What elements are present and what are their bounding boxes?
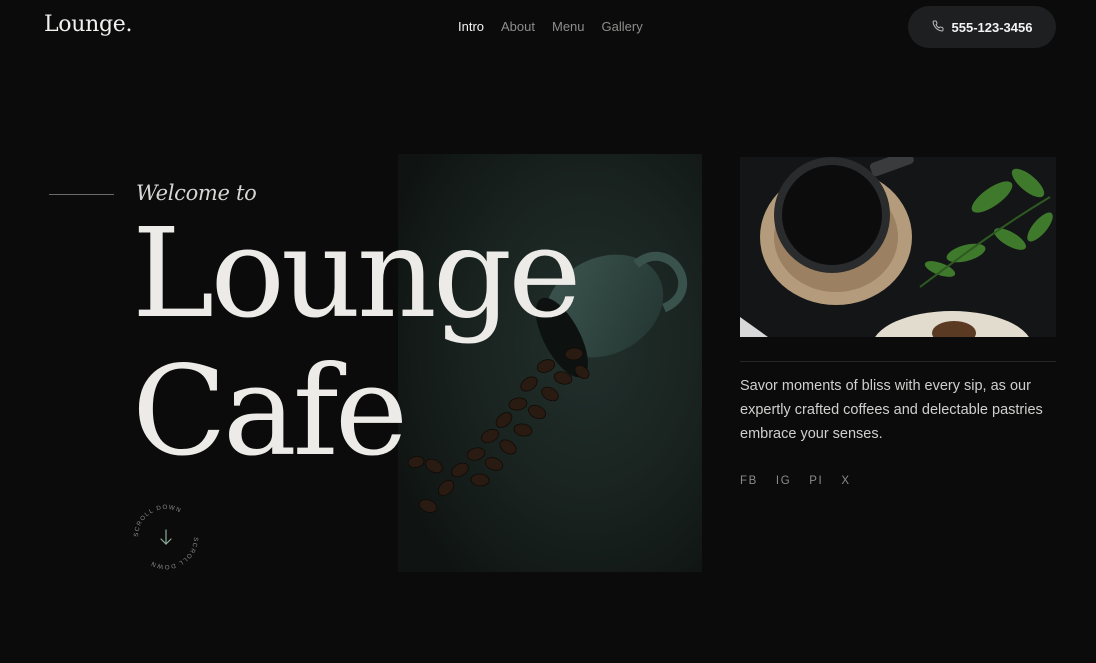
side-divider (740, 361, 1056, 362)
social-link-facebook[interactable]: FB (740, 475, 758, 487)
scroll-down-label: SCROLL DOWN (133, 504, 183, 537)
social-links: FB IG PI X (740, 475, 851, 487)
phone-icon (932, 19, 944, 35)
hero-title-line2: Cafe (132, 340, 408, 484)
social-link-instagram[interactable]: IG (776, 475, 791, 487)
hero-title-line1: Lounge (132, 202, 581, 346)
scroll-down-label-repeat: SCROLL DOWN (149, 537, 199, 570)
main-nav: Intro About Menu Gallery (458, 19, 643, 34)
scroll-down-button[interactable]: SCROLL DOWN SCROLL DOWN (130, 501, 202, 573)
phone-button[interactable]: 555-123-3456 (908, 6, 1056, 48)
arrow-down-icon (160, 529, 172, 545)
intro-description: Savor moments of bliss with every sip, a… (740, 378, 1043, 442)
nav-item-menu[interactable]: Menu (552, 19, 585, 34)
nav-item-gallery[interactable]: Gallery (602, 19, 643, 34)
social-link-pinterest[interactable]: PI (809, 475, 823, 487)
heading-rule (49, 194, 114, 195)
phone-number: 555-123-3456 (951, 19, 1033, 35)
social-link-x[interactable]: X (841, 475, 850, 487)
coffee-top-view-image (740, 157, 1056, 337)
brand-logo[interactable]: Lounge. (44, 12, 133, 37)
nav-item-intro[interactable]: Intro (458, 19, 484, 34)
nav-item-about[interactable]: About (501, 19, 535, 34)
